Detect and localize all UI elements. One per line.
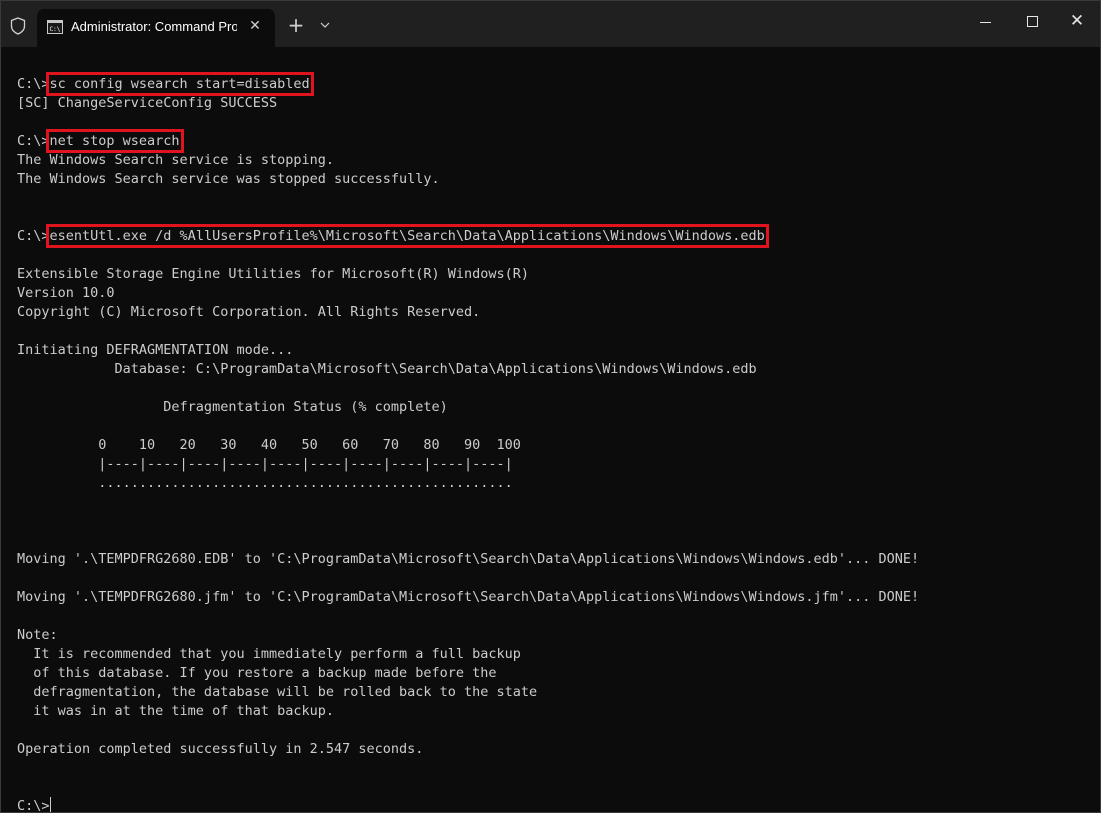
title-bar[interactable]: C:\ Administrator: Command Prompt ✕ + ✕ (1, 1, 1100, 47)
prompt-line: C:\>net stop wsearch (17, 129, 1087, 153)
command-text: esentUtl.exe /d %AllUsersProfile%\Micros… (45, 224, 769, 248)
output-line: of this database. If you restore a backu… (17, 665, 497, 681)
output-line: The Windows Search service is stopping. (17, 152, 334, 168)
output-line: 0 10 20 30 40 50 60 70 80 90 100 (17, 437, 521, 453)
output-line: Moving '.\TEMPDFRG2680.jfm' to 'C:\Progr… (17, 589, 920, 605)
maximize-icon (1027, 16, 1038, 27)
output-line: Operation completed successfully in 2.54… (17, 741, 424, 757)
close-icon: ✕ (1069, 11, 1085, 31)
output-line: Version 10.0 (17, 285, 115, 301)
minimize-icon (980, 22, 991, 23)
close-tab-icon[interactable]: ✕ (247, 18, 263, 34)
prompt: C:\> (17, 228, 50, 244)
shield-icon (10, 17, 26, 35)
output-line: Database: C:\ProgramData\Microsoft\Searc… (17, 361, 757, 377)
tab-title: Administrator: Command Prompt (71, 19, 237, 34)
prompt: C:\> (17, 76, 50, 92)
prompt: C:\> (17, 133, 50, 149)
output-line: The Windows Search service was stopped s… (17, 171, 440, 187)
output-line: Extensible Storage Engine Utilities for … (17, 266, 530, 282)
output-line: ........................................… (17, 475, 513, 491)
output-line: Note: (17, 627, 58, 643)
prompt-line: C:\>esentUtl.exe /d %AllUsersProfile%\Mi… (17, 224, 1087, 248)
tab-command-prompt[interactable]: C:\ Administrator: Command Prompt ✕ (37, 9, 275, 47)
new-tab-button[interactable]: + (286, 15, 306, 35)
output-line: it was in at the time of that backup. (17, 703, 334, 719)
maximize-button[interactable] (1009, 1, 1055, 43)
output-line: Defragmentation Status (% complete) (17, 399, 448, 415)
prompt-line: C:\> (17, 797, 1087, 813)
output-line: defragmentation, the database will be ro… (17, 684, 538, 700)
close-window-button[interactable]: ✕ (1054, 1, 1100, 43)
minimize-button[interactable] (963, 1, 1009, 43)
output-line: It is recommended that you immediately p… (17, 646, 521, 662)
text-cursor (49, 797, 51, 812)
svg-text:C:\: C:\ (50, 26, 61, 33)
output-line: Moving '.\TEMPDFRG2680.EDB' to 'C:\Progr… (17, 551, 920, 567)
output-line: |----|----|----|----|----|----|----|----… (17, 456, 513, 472)
output-line: Copyright (C) Microsoft Corporation. All… (17, 304, 481, 320)
chevron-down-icon[interactable] (316, 17, 334, 33)
terminal-window: C:\ Administrator: Command Prompt ✕ + ✕ … (0, 0, 1101, 813)
prompt: C:\> (17, 798, 50, 813)
output-line: [SC] ChangeServiceConfig SUCCESS (17, 95, 278, 111)
prompt-line: C:\>sc config wsearch start=disabled (17, 72, 1087, 96)
console-output[interactable]: C:\>sc config wsearch start=disabled [SC]… (17, 72, 1087, 813)
command-text: sc config wsearch start=disabled (45, 72, 314, 96)
scrollbar[interactable] (1090, 47, 1100, 812)
command-text: net stop wsearch (45, 129, 184, 153)
output-line: Initiating DEFRAGMENTATION mode... (17, 342, 294, 358)
cmd-icon: C:\ (47, 20, 63, 34)
